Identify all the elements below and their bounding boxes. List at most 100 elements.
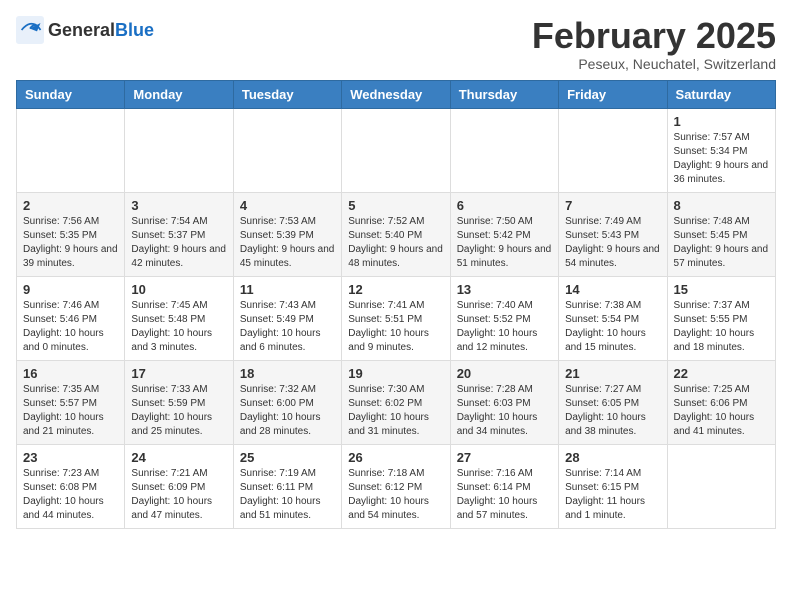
- calendar-cell: 25 Sunrise: 7:19 AMSunset: 6:11 PMDayligh…: [233, 444, 341, 528]
- calendar-cell: 19Sunrise: 7:30 AMSunset: 6:02 PMDayligh…: [342, 360, 450, 444]
- day-info: Sunrise: 7:56 AMSunset: 5:35 PMDaylight:…: [23, 215, 118, 271]
- title-section: February 2025 Peseux, Neuchatel, Switzer…: [532, 16, 776, 72]
- day-number: 16: [23, 366, 118, 381]
- day-number: 27: [457, 450, 552, 465]
- calendar-week-row: 9 Sunrise: 7:46 AMSunset: 5:46 PMDaylight…: [17, 276, 776, 360]
- calendar-table: SundayMondayTuesdayWednesdayThursdayFrid…: [16, 80, 776, 529]
- weekday-header-saturday: Saturday: [667, 80, 775, 108]
- day-info: Sunrise: 7:50 AMSunset: 5:42 PMDaylight:…: [457, 215, 552, 271]
- calendar-cell: 24Sunrise: 7:21 AMSunset: 6:09 PMDayligh…: [125, 444, 233, 528]
- day-info: Sunrise: 7:41 AMSunset: 5:51 PMDaylight:…: [348, 299, 443, 355]
- day-info: Sunrise: 7:48 AMSunset: 5:45 PMDaylight:…: [674, 215, 769, 271]
- weekday-header-friday: Friday: [559, 80, 667, 108]
- day-number: 11: [240, 282, 335, 297]
- day-number: 7: [565, 198, 660, 213]
- weekday-header-tuesday: Tuesday: [233, 80, 341, 108]
- day-number: 3: [131, 198, 226, 213]
- calendar-cell: 14 Sunrise: 7:38 AMSunset: 5:54 PMDayligh…: [559, 276, 667, 360]
- calendar-cell: 18Sunrise: 7:32 AMSunset: 6:00 PMDayligh…: [233, 360, 341, 444]
- calendar-cell: [233, 108, 341, 192]
- page-header: GeneralBlue February 2025 Peseux, Neucha…: [16, 16, 776, 72]
- day-info: Sunrise: 7:19 AMSunset: 6:11 PMDaylight:…: [240, 467, 335, 523]
- day-info: Sunrise: 7:54 AMSunset: 5:37 PMDaylight:…: [131, 215, 226, 271]
- calendar-cell: 17Sunrise: 7:33 AMSunset: 5:59 PMDayligh…: [125, 360, 233, 444]
- calendar-cell: [559, 108, 667, 192]
- calendar-cell: 23 Sunrise: 7:23 AMSunset: 6:08 PMDayligh…: [17, 444, 125, 528]
- day-info: Sunrise: 7:38 AMSunset: 5:54 PMDaylight:…: [565, 299, 660, 355]
- day-info: Sunrise: 7:43 AMSunset: 5:49 PMDaylight:…: [240, 299, 335, 355]
- calendar-cell: 3 Sunrise: 7:54 AMSunset: 5:37 PMDaylight…: [125, 192, 233, 276]
- day-number: 5: [348, 198, 443, 213]
- calendar-cell: 8Sunrise: 7:48 AMSunset: 5:45 PMDaylight…: [667, 192, 775, 276]
- weekday-header-row: SundayMondayTuesdayWednesdayThursdayFrid…: [17, 80, 776, 108]
- day-number: 10: [131, 282, 226, 297]
- calendar-week-row: 16 Sunrise: 7:35 AMSunset: 5:57 PMDayligh…: [17, 360, 776, 444]
- day-number: 13: [457, 282, 552, 297]
- day-info: Sunrise: 7:25 AMSunset: 6:06 PMDaylight:…: [674, 383, 769, 439]
- calendar-week-row: 23 Sunrise: 7:23 AMSunset: 6:08 PMDayligh…: [17, 444, 776, 528]
- day-number: 4: [240, 198, 335, 213]
- calendar-cell: [125, 108, 233, 192]
- logo-blue: Blue: [115, 20, 154, 40]
- calendar-cell: 10 Sunrise: 7:45 AMSunset: 5:48 PMDayligh…: [125, 276, 233, 360]
- calendar-cell: 21 Sunrise: 7:27 AMSunset: 6:05 PMDayligh…: [559, 360, 667, 444]
- calendar-cell: 12Sunrise: 7:41 AMSunset: 5:51 PMDayligh…: [342, 276, 450, 360]
- weekday-header-wednesday: Wednesday: [342, 80, 450, 108]
- day-number: 14: [565, 282, 660, 297]
- day-info: Sunrise: 7:52 AMSunset: 5:40 PMDaylight:…: [348, 215, 443, 271]
- day-info: Sunrise: 7:35 AMSunset: 5:57 PMDaylight:…: [23, 383, 118, 439]
- calendar-cell: 11 Sunrise: 7:43 AMSunset: 5:49 PMDayligh…: [233, 276, 341, 360]
- calendar-header: SundayMondayTuesdayWednesdayThursdayFrid…: [17, 80, 776, 108]
- day-info: Sunrise: 7:40 AMSunset: 5:52 PMDaylight:…: [457, 299, 552, 355]
- calendar-cell: 1 Sunrise: 7:57 AMSunset: 5:34 PMDaylight…: [667, 108, 775, 192]
- logo-general: General: [48, 20, 115, 40]
- calendar-cell: 2 Sunrise: 7:56 AMSunset: 5:35 PMDaylight…: [17, 192, 125, 276]
- day-number: 23: [23, 450, 118, 465]
- day-number: 21: [565, 366, 660, 381]
- calendar-cell: 16 Sunrise: 7:35 AMSunset: 5:57 PMDayligh…: [17, 360, 125, 444]
- calendar-cell: 4Sunrise: 7:53 AMSunset: 5:39 PMDaylight…: [233, 192, 341, 276]
- calendar-body: 1 Sunrise: 7:57 AMSunset: 5:34 PMDaylight…: [17, 108, 776, 528]
- calendar-cell: 15Sunrise: 7:37 AMSunset: 5:55 PMDayligh…: [667, 276, 775, 360]
- day-number: 15: [674, 282, 769, 297]
- month-title: February 2025: [532, 16, 776, 56]
- day-info: Sunrise: 7:28 AMSunset: 6:03 PMDaylight:…: [457, 383, 552, 439]
- day-number: 25: [240, 450, 335, 465]
- calendar-cell: 26 Sunrise: 7:18 AMSunset: 6:12 PMDayligh…: [342, 444, 450, 528]
- day-number: 22: [674, 366, 769, 381]
- day-number: 20: [457, 366, 552, 381]
- location-subtitle: Peseux, Neuchatel, Switzerland: [532, 56, 776, 72]
- calendar-week-row: 1 Sunrise: 7:57 AMSunset: 5:34 PMDaylight…: [17, 108, 776, 192]
- day-info: Sunrise: 7:23 AMSunset: 6:08 PMDaylight:…: [23, 467, 118, 523]
- calendar-cell: [342, 108, 450, 192]
- day-info: Sunrise: 7:14 AMSunset: 6:15 PMDaylight:…: [565, 467, 660, 523]
- day-number: 28: [565, 450, 660, 465]
- calendar-cell: 5 Sunrise: 7:52 AMSunset: 5:40 PMDaylight…: [342, 192, 450, 276]
- calendar-cell: 9 Sunrise: 7:46 AMSunset: 5:46 PMDaylight…: [17, 276, 125, 360]
- day-number: 1: [674, 114, 769, 129]
- day-number: 17: [131, 366, 226, 381]
- day-info: Sunrise: 7:16 AMSunset: 6:14 PMDaylight:…: [457, 467, 552, 523]
- day-number: 26: [348, 450, 443, 465]
- weekday-header-sunday: Sunday: [17, 80, 125, 108]
- day-info: Sunrise: 7:30 AMSunset: 6:02 PMDaylight:…: [348, 383, 443, 439]
- logo-text: GeneralBlue: [48, 20, 154, 41]
- day-info: Sunrise: 7:27 AMSunset: 6:05 PMDaylight:…: [565, 383, 660, 439]
- calendar-cell: 20 Sunrise: 7:28 AMSunset: 6:03 PMDayligh…: [450, 360, 558, 444]
- day-info: Sunrise: 7:45 AMSunset: 5:48 PMDaylight:…: [131, 299, 226, 355]
- calendar-cell: [17, 108, 125, 192]
- day-info: Sunrise: 7:46 AMSunset: 5:46 PMDaylight:…: [23, 299, 118, 355]
- calendar-cell: 6Sunrise: 7:50 AMSunset: 5:42 PMDaylight…: [450, 192, 558, 276]
- day-info: Sunrise: 7:18 AMSunset: 6:12 PMDaylight:…: [348, 467, 443, 523]
- day-info: Sunrise: 7:32 AMSunset: 6:00 PMDaylight:…: [240, 383, 335, 439]
- calendar-cell: 22 Sunrise: 7:25 AMSunset: 6:06 PMDayligh…: [667, 360, 775, 444]
- logo: GeneralBlue: [16, 16, 154, 44]
- day-number: 2: [23, 198, 118, 213]
- day-number: 9: [23, 282, 118, 297]
- logo-icon: [16, 16, 44, 44]
- calendar-cell: [450, 108, 558, 192]
- weekday-header-monday: Monday: [125, 80, 233, 108]
- calendar-week-row: 2 Sunrise: 7:56 AMSunset: 5:35 PMDaylight…: [17, 192, 776, 276]
- day-info: Sunrise: 7:21 AMSunset: 6:09 PMDaylight:…: [131, 467, 226, 523]
- day-info: Sunrise: 7:57 AMSunset: 5:34 PMDaylight:…: [674, 131, 769, 187]
